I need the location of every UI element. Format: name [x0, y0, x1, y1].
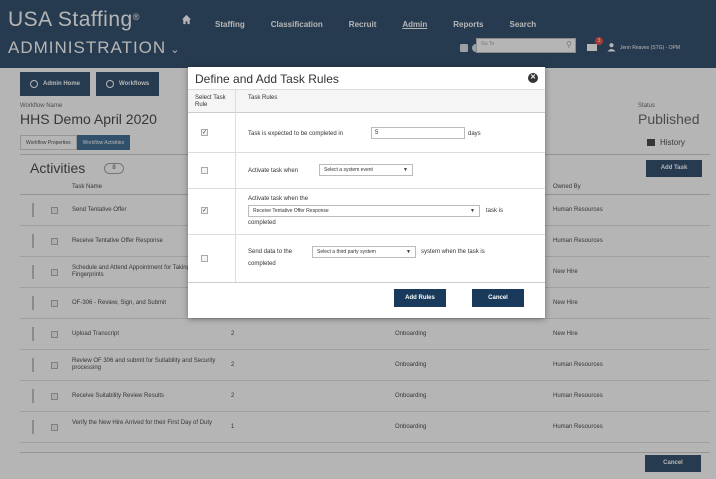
dialog-table-header: Select Task Rule Task Rules: [188, 89, 545, 113]
rule-row: ✓ Activate task when the Receive Tentati…: [188, 189, 545, 235]
rule-row: Send data to the Select a third party sy…: [188, 235, 545, 283]
rule-text-line2: completed: [248, 261, 276, 267]
rule-text: Send data to the: [248, 249, 293, 255]
task-select[interactable]: Receive Tentative Offer Response ▼: [248, 205, 480, 217]
rule-suffix: task is: [486, 208, 504, 214]
rule-checkbox[interactable]: ✓: [201, 207, 208, 214]
rule-text: Activate task when the: [248, 196, 309, 202]
system-event-select[interactable]: Select a system event ▼: [319, 164, 413, 176]
dialog-title: Define and Add Task Rules: [195, 72, 339, 86]
rule-checkbox[interactable]: ✓: [201, 129, 208, 136]
add-rules-button[interactable]: Add Rules: [394, 289, 446, 307]
rule-text: Activate task when: [248, 168, 299, 174]
dropdown-arrow-icon: ▼: [406, 249, 411, 255]
rule-text: Task is expected to be completed in: [248, 131, 344, 137]
dropdown-arrow-icon: ▼: [470, 208, 475, 214]
dropdown-arrow-icon: ▼: [403, 167, 408, 173]
rule-suffix: system when the task is: [421, 249, 485, 255]
task-rules-dialog: Define and Add Task Rules ✕ Select Task …: [188, 67, 545, 318]
col-select-task-rule: Select Task Rule: [195, 95, 226, 108]
rule-row: ✓ Task is expected to be completed in 5 …: [188, 113, 545, 153]
third-party-select[interactable]: Select a third party system ▼: [312, 246, 416, 258]
close-icon[interactable]: ✕: [528, 73, 538, 83]
dialog-cancel-button[interactable]: Cancel: [472, 289, 524, 307]
col-task-rules: Task Rules: [248, 95, 278, 101]
days-input[interactable]: 5: [371, 127, 465, 139]
rule-row: Activate task when Select a system event…: [188, 153, 545, 189]
rule-suffix: days: [468, 131, 481, 137]
rule-checkbox[interactable]: [201, 255, 208, 262]
rule-checkbox[interactable]: [201, 167, 208, 174]
rule-text-line2: completed: [248, 220, 276, 226]
